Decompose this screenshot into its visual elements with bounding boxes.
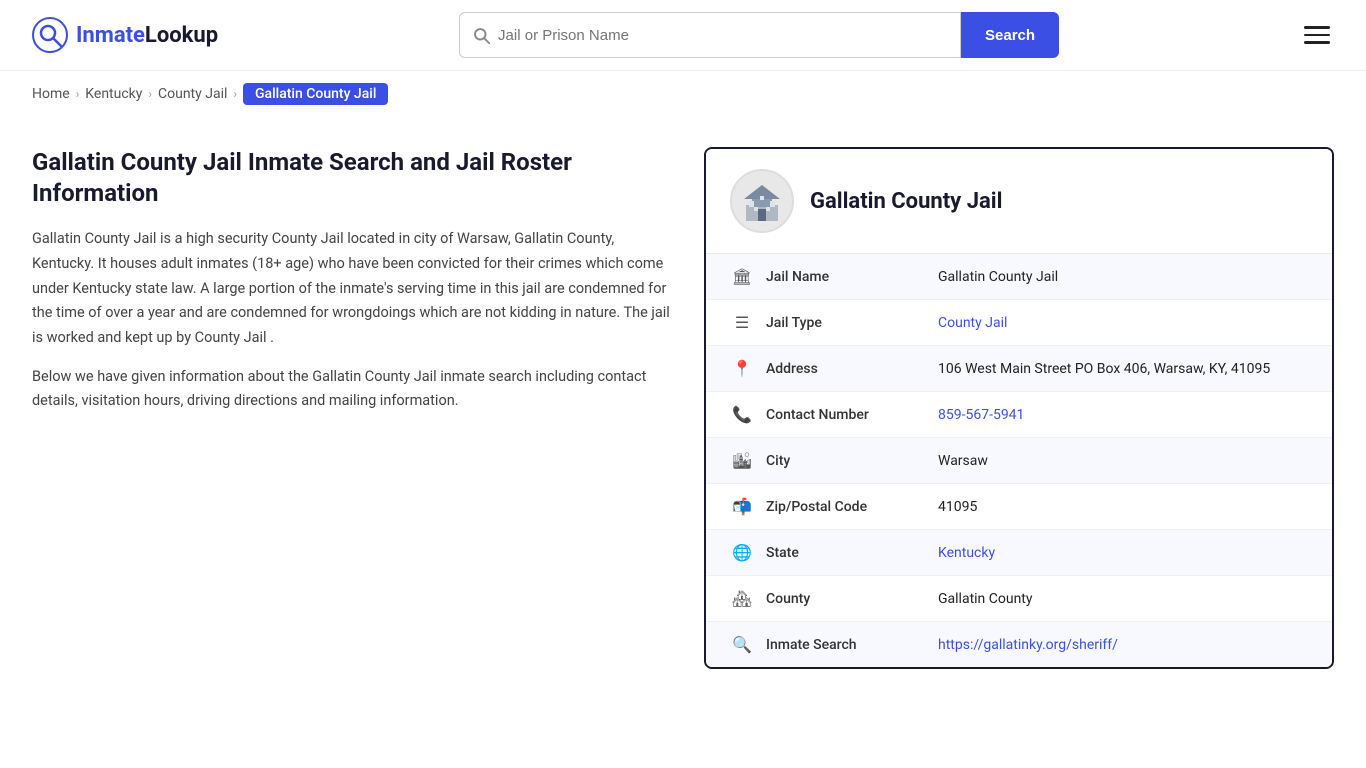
description-1: Gallatin County Jail is a high security …: [32, 227, 672, 350]
info-card-title: Gallatin County Jail: [810, 189, 1002, 214]
table-row: 🏙 City Warsaw: [706, 438, 1332, 484]
table-row: 🌐 State Kentucky: [706, 530, 1332, 576]
right-panel: Gallatin County Jail 🏛 Jail Name Gallatin …: [704, 147, 1334, 669]
row-value: 106 West Main Street PO Box 406, Warsaw,…: [938, 361, 1308, 377]
row-icon: 🔍: [730, 635, 754, 654]
row-label: City: [766, 453, 926, 469]
table-row: 📬 Zip/Postal Code 41095: [706, 484, 1332, 530]
row-label: Address: [766, 361, 926, 377]
row-icon: 🏛: [730, 267, 754, 286]
row-value[interactable]: https://gallatinky.org/sheriff/: [938, 637, 1308, 653]
table-row: 🏘 County Gallatin County: [706, 576, 1332, 622]
site-header: InmateLookup Search: [0, 0, 1366, 71]
table-row: 🏛 Jail Name Gallatin County Jail: [706, 254, 1332, 300]
jail-avatar: [730, 169, 794, 233]
logo-icon: [32, 17, 68, 53]
row-icon: 📞: [730, 405, 754, 424]
search-input[interactable]: [498, 27, 948, 44]
row-value-link[interactable]: https://gallatinky.org/sheriff/: [938, 637, 1118, 653]
info-card: Gallatin County Jail 🏛 Jail Name Gallatin …: [704, 147, 1334, 669]
breadcrumb-sep-1: ›: [76, 87, 80, 101]
breadcrumb: Home › Kentucky › County Jail › Gallatin…: [0, 71, 1366, 117]
search-wrapper: [459, 12, 961, 58]
table-row: 📍 Address 106 West Main Street PO Box 406,…: [706, 346, 1332, 392]
row-value-link[interactable]: County Jail: [938, 315, 1007, 331]
info-card-header: Gallatin County Jail: [706, 149, 1332, 254]
row-icon: ☰: [730, 313, 754, 332]
table-row: ☰ Jail Type County Jail: [706, 300, 1332, 346]
row-value[interactable]: Kentucky: [938, 545, 1308, 561]
row-label: Jail Type: [766, 315, 926, 331]
breadcrumb-home[interactable]: Home: [32, 86, 70, 102]
breadcrumb-sep-3: ›: [233, 87, 237, 101]
row-value: Gallatin County: [938, 591, 1308, 607]
hamburger-menu[interactable]: [1300, 22, 1334, 48]
row-value-link[interactable]: Kentucky: [938, 545, 995, 561]
row-label: Jail Name: [766, 269, 926, 285]
search-button[interactable]: Search: [961, 12, 1059, 58]
logo-link[interactable]: InmateLookup: [32, 17, 218, 53]
jail-building-icon: [738, 177, 786, 225]
breadcrumb-sep-2: ›: [148, 87, 152, 101]
row-value-link[interactable]: 859-567-5941: [938, 407, 1024, 423]
table-row: 📞 Contact Number 859-567-5941: [706, 392, 1332, 438]
breadcrumb-type[interactable]: County Jail: [158, 86, 227, 102]
description-2: Below we have given information about th…: [32, 365, 672, 414]
row-icon: 📍: [730, 359, 754, 378]
row-value[interactable]: 859-567-5941: [938, 407, 1308, 423]
row-icon: 🌐: [730, 543, 754, 562]
hamburger-line-1: [1304, 26, 1330, 29]
row-label: Inmate Search: [766, 637, 926, 653]
row-value[interactable]: County Jail: [938, 315, 1308, 331]
search-area: Search: [459, 12, 1059, 58]
row-icon: 🏘: [730, 589, 754, 608]
row-label: Zip/Postal Code: [766, 499, 926, 515]
hamburger-line-3: [1304, 41, 1330, 44]
breadcrumb-state[interactable]: Kentucky: [85, 86, 142, 102]
page-title: Gallatin County Jail Inmate Search and J…: [32, 147, 672, 209]
row-value: 41095: [938, 499, 1308, 515]
row-label: Contact Number: [766, 407, 926, 423]
table-row: 🔍 Inmate Search https://gallatinky.org/she…: [706, 622, 1332, 667]
breadcrumb-current: Gallatin County Jail: [243, 83, 388, 105]
logo-text: InmateLookup: [76, 23, 218, 48]
left-panel: Gallatin County Jail Inmate Search and J…: [32, 147, 672, 428]
row-icon: 📬: [730, 497, 754, 516]
row-value: Gallatin County Jail: [938, 269, 1308, 285]
row-label: County: [766, 591, 926, 607]
row-icon: 🏙: [730, 451, 754, 470]
search-icon: [472, 26, 490, 44]
row-value: Warsaw: [938, 453, 1308, 469]
row-label: State: [766, 545, 926, 561]
hamburger-line-2: [1304, 34, 1330, 37]
main-content: Gallatin County Jail Inmate Search and J…: [0, 117, 1366, 699]
info-table: 🏛 Jail Name Gallatin County Jail ☰ Jail Type…: [706, 254, 1332, 667]
